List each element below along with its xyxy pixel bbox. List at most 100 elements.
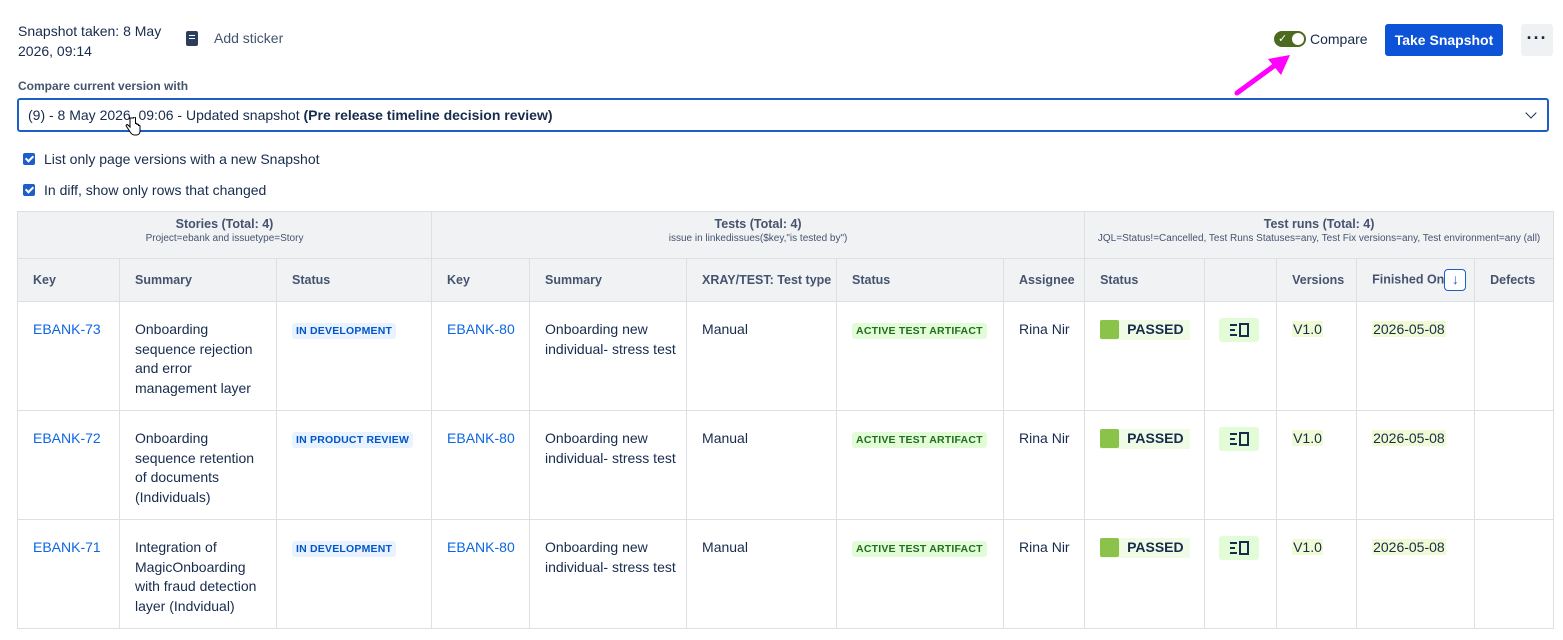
test-key-link[interactable]: EBANK-80 [447, 321, 515, 337]
story-key-link[interactable]: EBANK-72 [33, 430, 101, 446]
test-summary-cell: Onboarding new individual- stress test [529, 410, 688, 520]
col-assignee[interactable]: Assignee [1003, 258, 1086, 302]
execution-details-icon[interactable] [1219, 536, 1260, 560]
defects-cell [1474, 410, 1555, 520]
col-versions[interactable]: Versions [1276, 258, 1358, 302]
table-row: EBANK-72 Onboarding sequence retention of… [17, 410, 1555, 520]
group-header-tests: Tests (Total: 4) issue in linkedissues($… [431, 211, 1086, 259]
group-title: Stories (Total: 4) [175, 217, 274, 231]
table-row: EBANK-71 Integration of MagicOnboarding w… [17, 519, 1555, 629]
list-only-label: List only page versions with a new Snaps… [44, 151, 320, 167]
selected-version-text: (9) - 8 May 2026, 09:06 - Updated snapsh… [28, 107, 304, 123]
hand-cursor-icon [125, 117, 141, 136]
run-status-badge[interactable]: PASSED [1100, 429, 1190, 449]
group-header-test-runs: Test runs (Total: 4) JQL=Status!=Cancell… [1084, 211, 1555, 259]
test-status-cell: ACTIVE TEST ARTIFACT [836, 410, 1005, 520]
col-test-status[interactable]: Status [836, 258, 1005, 302]
passed-color-icon [1100, 320, 1120, 340]
col-story-summary[interactable]: Summary [119, 258, 277, 302]
test-summary-cell: Onboarding new individual- stress test [529, 519, 688, 629]
test-status-cell: ACTIVE TEST ARTIFACT [836, 301, 1005, 411]
add-sticker-button[interactable]: Add sticker [186, 30, 283, 46]
finished-cell: 2026-05-08 [1356, 410, 1476, 520]
col-defects[interactable]: Defects [1474, 258, 1555, 302]
execution-cell [1204, 519, 1278, 629]
compare-version-select[interactable]: (9) - 8 May 2026, 09:06 - Updated snapsh… [17, 98, 1549, 132]
list-only-checkbox[interactable]: List only page versions with a new Snaps… [23, 151, 320, 167]
passed-color-icon [1100, 538, 1120, 558]
arrow-down-icon[interactable]: ↓ [1444, 269, 1467, 291]
story-status-cell: IN DEVELOPMENT [275, 301, 433, 411]
status-badge: ACTIVE TEST ARTIFACT [852, 432, 987, 448]
version-value: V1.0 [1292, 321, 1323, 337]
run-status-label: PASSED [1127, 539, 1184, 555]
test-key-link[interactable]: EBANK-80 [447, 430, 515, 446]
execution-details-icon[interactable] [1219, 427, 1260, 451]
test-key-cell: EBANK-80 [431, 519, 531, 629]
compare-with-label: Compare current version with [18, 79, 189, 93]
col-test-type[interactable]: XRAY/TEST: Test type [686, 258, 838, 302]
col-story-status[interactable]: Status [275, 258, 433, 302]
story-summary-cell: Onboarding sequence retention of documen… [119, 410, 277, 520]
annotation-arrow-icon [1234, 55, 1290, 96]
run-status-cell: PASSED [1084, 519, 1206, 629]
sticker-icon [186, 30, 198, 46]
checkbox-checked-icon[interactable] [23, 153, 35, 165]
col-execution[interactable] [1204, 258, 1278, 302]
finished-value: 2026-05-08 [1372, 539, 1446, 555]
col-test-key[interactable]: Key [431, 258, 531, 302]
story-summary-cell: Integration of MagicOnboarding with frau… [119, 519, 277, 629]
run-status-badge[interactable]: PASSED [1100, 320, 1190, 340]
checkbox-checked-icon[interactable] [23, 184, 35, 196]
test-type-cell: Manual [686, 519, 838, 629]
take-snapshot-button[interactable]: Take Snapshot [1385, 24, 1503, 56]
story-status-cell: IN DEVELOPMENT [275, 519, 433, 629]
assignee-cell: Rina Nir [1003, 301, 1086, 411]
test-type-cell: Manual [686, 410, 838, 520]
group-header-stories: Stories (Total: 4) Project=ebank and iss… [16, 211, 433, 259]
col-story-key[interactable]: Key [17, 258, 120, 302]
run-status-badge[interactable]: PASSED [1100, 538, 1190, 558]
status-badge: IN DEVELOPMENT [292, 323, 397, 339]
group-title: Tests (Total: 4) [714, 217, 802, 231]
toggle-knob [1292, 33, 1304, 45]
execution-cell [1204, 410, 1278, 520]
diff-only-checkbox[interactable]: In diff, show only rows that changed [23, 182, 266, 198]
version-value: V1.0 [1292, 430, 1323, 446]
run-status-cell: PASSED [1084, 301, 1206, 411]
story-key-link[interactable]: EBANK-73 [33, 321, 101, 337]
passed-color-icon [1100, 429, 1120, 449]
chevron-down-icon [1525, 107, 1537, 119]
test-key-cell: EBANK-80 [431, 301, 531, 411]
run-status-cell: PASSED [1084, 410, 1206, 520]
group-title: Test runs (Total: 4) [1263, 217, 1375, 231]
story-key-link[interactable]: EBANK-71 [33, 539, 101, 555]
more-options-button[interactable]: ··· [1521, 24, 1553, 56]
compare-label: Compare [1310, 31, 1368, 47]
finished-cell: 2026-05-08 [1356, 301, 1476, 411]
finished-on-label: Finished On [1372, 272, 1445, 287]
status-badge: ACTIVE TEST ARTIFACT [852, 323, 987, 339]
col-finished-on[interactable]: Finished On ↓ [1356, 258, 1476, 302]
col-test-summary[interactable]: Summary [529, 258, 688, 302]
story-status-cell: IN PRODUCT REVIEW [275, 410, 433, 520]
execution-details-icon[interactable] [1219, 318, 1260, 342]
versions-cell: V1.0 [1276, 410, 1358, 520]
selected-version-title: (Pre release timeline decision review) [303, 107, 553, 123]
story-key-cell: EBANK-71 [17, 519, 120, 629]
group-query: Project=ebank and issuetype=Story [145, 233, 304, 244]
snapshot-label: Snapshot taken: 8 May 2026, 09:14 [18, 23, 162, 59]
status-badge: IN PRODUCT REVIEW [292, 432, 414, 448]
test-summary-cell: Onboarding new individual- stress test [529, 301, 688, 411]
run-status-label: PASSED [1127, 321, 1184, 337]
compare-toggle-group[interactable]: ✓ Compare [1274, 31, 1368, 47]
col-run-status[interactable]: Status [1084, 258, 1206, 302]
compare-toggle[interactable]: ✓ [1274, 31, 1306, 47]
test-key-link[interactable]: EBANK-80 [447, 539, 515, 555]
run-status-label: PASSED [1127, 430, 1184, 446]
story-key-cell: EBANK-72 [17, 410, 120, 520]
diff-only-label: In diff, show only rows that changed [44, 182, 267, 198]
add-sticker-label: Add sticker [214, 30, 284, 46]
assignee-cell: Rina Nir [1003, 519, 1086, 629]
test-type-cell: Manual [686, 301, 838, 411]
